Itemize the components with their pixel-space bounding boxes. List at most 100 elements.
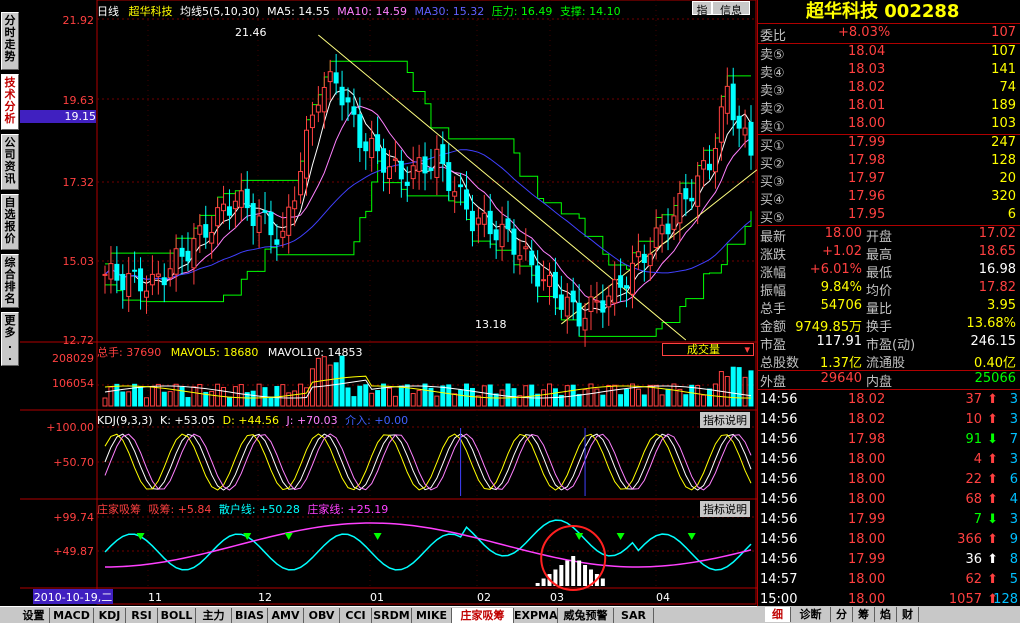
volume-dropdown[interactable]: 成交量 ▾	[662, 343, 754, 356]
indicator-tab[interactable]: 庄家吸筹	[452, 608, 514, 623]
indicator-tab[interactable]: CCI	[340, 608, 372, 623]
volume-bar	[339, 355, 345, 407]
volume-bar	[410, 393, 416, 407]
tick-count: 9	[1009, 532, 1018, 547]
zj-help-button[interactable]: 指标说明	[700, 501, 750, 517]
indicator-tab[interactable]: AMV	[268, 608, 304, 623]
volume-bar	[647, 384, 653, 407]
volume-bar	[612, 384, 618, 407]
volume-bar	[594, 388, 600, 407]
stat-label: 涨跌	[760, 248, 787, 263]
info-button[interactable]: 信息	[712, 1, 750, 17]
indicator-tab[interactable]: SRDM	[372, 608, 412, 623]
indicator-tab[interactable]: MACD	[50, 608, 94, 623]
outer-label: 外盘	[760, 375, 787, 390]
indicator-tab[interactable]: 设置	[18, 608, 50, 623]
indicator-tab[interactable]: 主力	[196, 608, 232, 623]
buy-level-row: 买⑤ 17.95 6	[758, 207, 1020, 226]
left-tab[interactable]: 公 司 资 讯	[1, 134, 19, 190]
indicator-tab[interactable]: KDJ	[94, 608, 126, 623]
candle-body	[576, 302, 582, 327]
buy-price: 17.99	[848, 135, 886, 150]
buy-volume: 128	[991, 153, 1016, 168]
weibi-row: 委比 +8.03% 107	[758, 25, 1020, 44]
volume-bar	[167, 391, 173, 407]
volume-bar	[718, 371, 724, 407]
sell-level-label: 卖⑤	[760, 48, 785, 63]
quote-tab[interactable]: 焰	[875, 607, 897, 622]
zj-axis-label: +99.74	[53, 511, 94, 524]
kline-chart-panel[interactable]: 日线 超华科技 均线5(5,10,30) MA5: 14.55 MA10: 14…	[20, 0, 758, 606]
indicator-tab[interactable]: MIKE	[412, 608, 452, 623]
tick-count: 3	[1009, 392, 1018, 407]
stat-row: 振幅 9.84% 均价 17.82	[758, 280, 1020, 299]
volume-bar	[416, 389, 422, 407]
xichou-bar	[577, 560, 582, 586]
sell-level-label: 卖④	[760, 66, 785, 81]
mavol10-value: MAVOL10: 14853	[267, 346, 363, 359]
tick-price: 18.00	[848, 592, 886, 607]
stat-value: +6.01%	[809, 262, 862, 277]
left-tab[interactable]: 综 合 排 名	[1, 254, 19, 308]
stat-value: 18.65	[978, 244, 1016, 259]
indicator-tab[interactable]: OBV	[304, 608, 340, 623]
quote-tab[interactable]: 诊断	[791, 607, 831, 622]
candle-body	[564, 296, 570, 317]
tick-row: 14:56 18.02 10 ⬆ 3	[758, 412, 1020, 432]
quote-tab[interactable]: 财	[897, 607, 919, 622]
stat-value: 16.98	[978, 262, 1016, 277]
indicator-tab[interactable]: 威兔预警	[558, 608, 614, 623]
candle-body	[351, 106, 357, 115]
indicator-tab[interactable]: BIAS	[232, 608, 268, 623]
indicator-tab[interactable]: SAR	[614, 608, 654, 623]
buy-volume: 6	[1007, 207, 1016, 222]
quote-tab[interactable]: 分	[831, 607, 853, 622]
left-tab[interactable]: 自 选 报 价	[1, 194, 19, 250]
left-tab[interactable]: 更 多 . . .	[1, 312, 19, 375]
sell-volume: 141	[991, 62, 1016, 77]
candle-body	[481, 212, 487, 225]
left-tab[interactable]: 技 术 分 析	[1, 74, 19, 130]
tick-price: 18.00	[848, 572, 886, 587]
outer-inner-row: 外盘 29640 内盘 25066	[758, 371, 1020, 390]
candle-body	[712, 147, 718, 173]
quote-tab[interactable]: 细	[765, 607, 791, 622]
candle-body	[689, 197, 695, 202]
indicator-tab[interactable]: EXPMA	[514, 608, 558, 623]
volume-bar	[375, 390, 381, 407]
x-axis-month-label: 11	[148, 591, 162, 604]
tick-volume: 4	[973, 452, 982, 467]
price-cursor-label: 19.15	[20, 110, 96, 123]
sell-level-row: 卖② 18.01 189	[758, 98, 1020, 117]
volume-bar	[191, 386, 197, 407]
volume-bar	[677, 388, 683, 407]
tick-count: 4	[1009, 492, 1018, 507]
indicator-button[interactable]: 指	[692, 1, 712, 17]
stock-title: 超华科技 002288	[758, 0, 1020, 24]
buy-level-label: 买④	[760, 193, 785, 208]
buy-level-label: 买②	[760, 157, 785, 172]
chevron-down-icon: ▾	[744, 343, 750, 356]
kdj-enter: 介入: +0.00	[345, 414, 409, 427]
volume-bar	[386, 387, 392, 407]
candle-body	[517, 255, 523, 260]
zhuangjia-line	[104, 522, 752, 568]
kdj-help-button[interactable]: 指标说明	[700, 412, 750, 428]
sell-level-row: 卖④ 18.03 141	[758, 62, 1020, 81]
zj-name: 庄家吸筹	[97, 503, 141, 516]
volume-bar	[712, 383, 718, 407]
x-axis-month-label: 04	[656, 591, 670, 604]
indicator-tab[interactable]: RSI	[126, 608, 158, 623]
volume-bar	[114, 383, 120, 407]
sell-price: 18.03	[848, 62, 886, 77]
indicator-tab[interactable]: BOLL	[158, 608, 196, 623]
candle-body	[434, 148, 440, 178]
sell-price: 18.02	[848, 80, 886, 95]
candle-body	[197, 225, 203, 235]
volume-bar	[641, 394, 647, 407]
left-tab[interactable]: 分 时 走 势	[1, 12, 19, 70]
volume-axis-label: 208029	[52, 352, 94, 365]
volume-bar	[493, 393, 499, 407]
volume-bar	[286, 392, 292, 407]
quote-tab[interactable]: 筹	[853, 607, 875, 622]
